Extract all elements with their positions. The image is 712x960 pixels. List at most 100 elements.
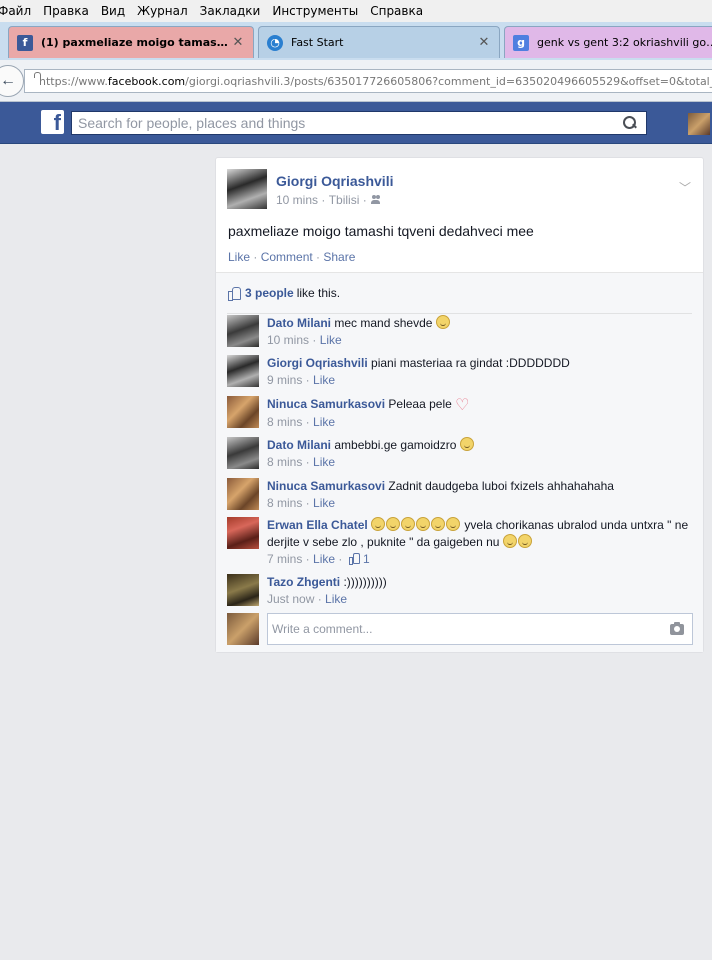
like-button[interactable]: Like bbox=[228, 250, 250, 264]
comment-like-button[interactable]: Like bbox=[313, 496, 335, 510]
tab-facebook-post[interactable]: f (1) paxmeliaze moigo tamashi t... ✕ bbox=[8, 26, 254, 58]
friends-audience-icon[interactable] bbox=[370, 195, 381, 205]
url-prefix: https://www. bbox=[39, 74, 108, 88]
tab-strip: f (1) paxmeliaze moigo tamashi t... ✕ ◔ … bbox=[0, 22, 712, 60]
commenter-avatar[interactable] bbox=[227, 574, 259, 606]
menu-help[interactable]: Справка bbox=[370, 4, 423, 18]
thumbs-up-icon bbox=[348, 553, 360, 565]
search-box[interactable]: Search for people, places and things bbox=[71, 111, 647, 135]
commenter-name[interactable]: Dato Milani bbox=[267, 316, 331, 330]
comment-text: Peleaa pele bbox=[388, 397, 452, 411]
camera-icon[interactable] bbox=[670, 622, 684, 635]
post-author[interactable]: Giorgi Oqriashvili bbox=[276, 173, 393, 189]
menu-bookmarks[interactable]: Закладки bbox=[200, 4, 261, 18]
comment-body: Dato Milani mec mand shevde 10 mins · Li… bbox=[267, 315, 692, 349]
comment-like-button[interactable]: Like bbox=[313, 373, 335, 387]
comment-meta: 7 mins · Like · 1 bbox=[267, 552, 370, 566]
smile-emoji-icon bbox=[416, 517, 431, 531]
commenter-avatar[interactable] bbox=[227, 396, 259, 428]
likes-suffix: like this. bbox=[296, 285, 341, 300]
commenter-name[interactable]: Tazo Zhgenti bbox=[267, 575, 340, 589]
menu-file[interactable]: Файл bbox=[0, 4, 31, 18]
comment-body: Ninuca Samurkasovi Zadnit daudgeba luboi… bbox=[267, 478, 692, 512]
post-card: Giorgi Oqriashvili 10 mins · Tbilisi · ﹀… bbox=[215, 157, 704, 653]
comment-body: Ninuca Samurkasovi Peleaa pele ♡ 8 mins … bbox=[267, 396, 692, 431]
smile-emoji-icon bbox=[431, 517, 446, 531]
comment-like-button[interactable]: Like bbox=[313, 552, 335, 566]
search-input[interactable]: Search for people, places and things bbox=[78, 115, 620, 131]
comment-meta: 8 mins · Like bbox=[267, 455, 336, 469]
post-header: Giorgi Oqriashvili 10 mins · Tbilisi · ﹀ bbox=[227, 169, 697, 211]
address-bar[interactable]: https://www. facebook.com/giorgi.oqriashv… bbox=[24, 69, 712, 93]
comment-like-button[interactable]: Like bbox=[313, 415, 335, 429]
menu-tools[interactable]: Инструменты bbox=[272, 4, 358, 18]
likes-count-link[interactable]: 3 people bbox=[245, 286, 294, 300]
back-arrow-icon: ← bbox=[0, 72, 16, 89]
post-location[interactable]: Tbilisi bbox=[329, 193, 360, 207]
back-button[interactable]: ← bbox=[0, 65, 24, 97]
menu-history[interactable]: Журнал bbox=[137, 4, 188, 18]
commenter-avatar[interactable] bbox=[227, 355, 259, 387]
tab-fast-start[interactable]: ◔ Fast Start ✕ bbox=[258, 26, 500, 58]
comment-time[interactable]: Just now bbox=[267, 592, 314, 606]
author-avatar[interactable] bbox=[227, 169, 267, 209]
commenter-avatar[interactable] bbox=[227, 315, 259, 347]
menu-view[interactable]: Вид bbox=[101, 4, 125, 18]
comment-like-button[interactable]: Like bbox=[325, 592, 347, 606]
commenter-name[interactable]: Ninuca Samurkasovi bbox=[267, 479, 385, 493]
menu-bar: Файл Правка Вид Журнал Закладки Инструме… bbox=[0, 0, 712, 22]
comment-time[interactable]: 10 mins bbox=[267, 333, 309, 347]
comment-like-button[interactable]: Like bbox=[320, 333, 342, 347]
facebook-favicon-icon: f bbox=[17, 34, 33, 51]
action-separator: · bbox=[250, 250, 261, 264]
close-tab-icon[interactable]: ✕ bbox=[231, 35, 245, 50]
commenter-name[interactable]: Dato Milani bbox=[267, 438, 331, 452]
meta-separator: · bbox=[318, 193, 329, 207]
comment-time[interactable]: 8 mins bbox=[267, 455, 302, 469]
url-domain: facebook.com bbox=[107, 74, 186, 88]
profile-avatar[interactable] bbox=[688, 113, 710, 135]
close-tab-icon[interactable]: ✕ bbox=[477, 35, 491, 50]
menu-edit[interactable]: Правка bbox=[43, 4, 89, 18]
commenter-name[interactable]: Giorgi Oqriashvili bbox=[267, 356, 368, 370]
smile-emoji-icon bbox=[502, 534, 517, 548]
commenter-name[interactable]: Erwan Ella Chatel bbox=[267, 518, 368, 532]
commenter-avatar[interactable] bbox=[227, 517, 259, 549]
comment-time[interactable]: 8 mins bbox=[267, 415, 302, 429]
write-comment-row: Write a comment... bbox=[227, 613, 693, 645]
heart-emoji-icon: ♡ bbox=[455, 397, 470, 414]
comment-like-button[interactable]: Like bbox=[313, 455, 335, 469]
post-time[interactable]: 10 mins bbox=[276, 193, 318, 207]
comment-like-count[interactable]: 1 bbox=[363, 552, 370, 566]
comment-meta: 10 mins · Like bbox=[267, 333, 342, 347]
comment-input[interactable]: Write a comment... bbox=[267, 613, 693, 645]
comment-meta: 8 mins · Like bbox=[267, 415, 336, 429]
facebook-logo-icon[interactable]: f bbox=[41, 110, 64, 134]
google-favicon-icon: g bbox=[513, 34, 529, 51]
comment-button[interactable]: Comment bbox=[261, 250, 313, 264]
post-meta: 10 mins · Tbilisi · bbox=[276, 193, 381, 207]
commenter-avatar[interactable] bbox=[227, 478, 259, 510]
post-actions: Like · Comment · Share bbox=[228, 250, 355, 264]
thumbs-up-icon bbox=[227, 286, 241, 301]
url-path: /giorgi.oqriashvili.3/posts/635017726605… bbox=[185, 74, 712, 88]
comment-time[interactable]: 9 mins bbox=[267, 373, 302, 387]
share-button[interactable]: Share bbox=[323, 250, 355, 264]
comment-time[interactable]: 7 mins bbox=[267, 552, 302, 566]
comment-input-placeholder: Write a comment... bbox=[272, 622, 373, 636]
comment-meta: 9 mins · Like bbox=[267, 373, 336, 387]
tab-google-search[interactable]: g genk vs gent 3:2 okriashvili goal - ..… bbox=[504, 26, 712, 58]
navigation-bar: https://www. facebook.com/giorgi.oqriashv… bbox=[0, 60, 712, 102]
comment-text: :)))))))))) bbox=[343, 575, 387, 589]
commenter-avatar[interactable] bbox=[227, 437, 259, 469]
tab-title: (1) paxmeliaze moigo tamashi t... bbox=[41, 36, 231, 49]
meta-separator: · bbox=[359, 193, 367, 207]
chevron-down-icon[interactable]: ﹀ bbox=[679, 179, 691, 196]
commenter-name[interactable]: Ninuca Samurkasovi bbox=[267, 397, 385, 411]
likes-summary: 3 people like this. bbox=[227, 282, 692, 314]
facebook-header: f Search for people, places and things bbox=[0, 102, 712, 144]
comment-time[interactable]: 8 mins bbox=[267, 496, 302, 510]
search-icon[interactable] bbox=[620, 113, 640, 133]
post-text: paxmeliaze moigo tamashi tqveni dedahvec… bbox=[228, 223, 534, 239]
tab-title: genk vs gent 3:2 okriashvili goal - ... bbox=[537, 36, 712, 49]
